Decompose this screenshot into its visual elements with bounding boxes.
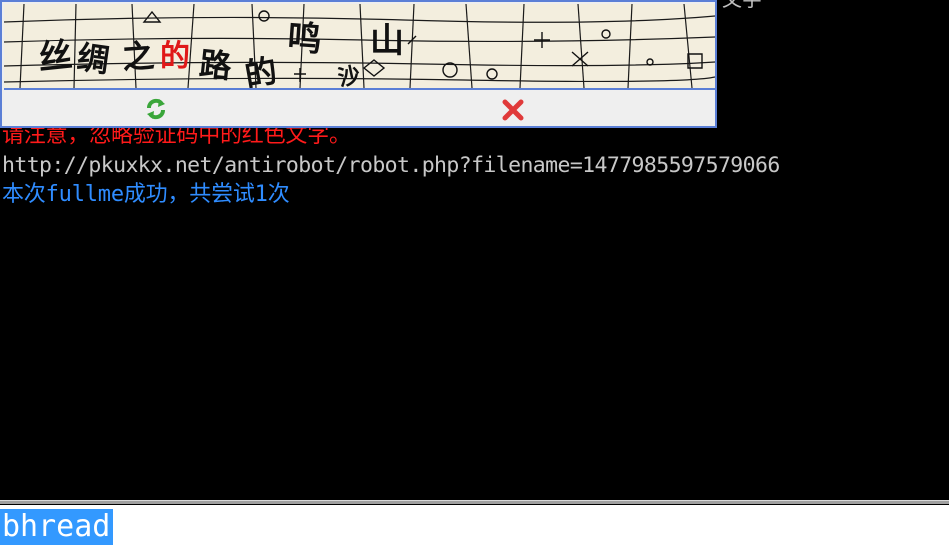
input-divider [0, 500, 949, 504]
refresh-icon [147, 98, 165, 120]
terminal-line-success: 本次fullme成功，共尝试1次 [2, 182, 290, 207]
close-button[interactable] [501, 98, 525, 122]
captcha-char-7: 鸣 [286, 18, 323, 60]
captcha-char-5: 路 [198, 45, 235, 86]
captcha-noise-svg: 丝 绸 之 的 路 的 鸣 山 沙 [4, 4, 715, 88]
captcha-char-3: 之 [121, 37, 156, 77]
captcha-char-6: 的 [242, 51, 280, 88]
captcha-char-2: 绸 [75, 38, 112, 80]
captcha-popup: 丝 绸 之 的 路 的 鸣 山 沙 [0, 0, 717, 128]
captcha-toolbar [4, 90, 715, 126]
command-bar: bhread [0, 505, 949, 549]
refresh-button[interactable] [144, 97, 168, 121]
terminal-partial-text: 文字 [722, 0, 762, 10]
terminal-line-url: http://pkuxkx.net/antirobot/robot.php?fi… [2, 153, 780, 178]
captcha-char-1: 丝 [36, 35, 74, 78]
command-input[interactable]: bhread [0, 509, 114, 545]
captcha-char-8: 山 [370, 21, 404, 61]
captcha-image: 丝 绸 之 的 路 的 鸣 山 沙 [4, 4, 715, 90]
captcha-char-9: 沙 [336, 63, 363, 88]
captcha-char-red: 的 [160, 39, 190, 74]
close-icon [502, 99, 524, 121]
